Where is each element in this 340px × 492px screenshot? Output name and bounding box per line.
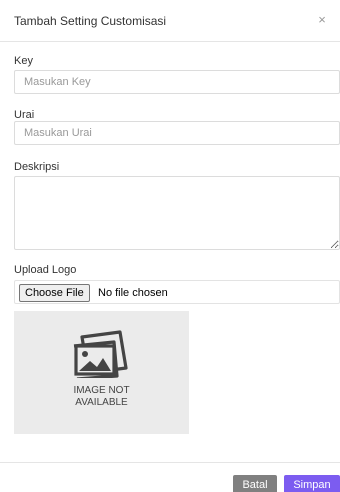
- key-label: Key: [14, 55, 33, 67]
- modal-title: Tambah Setting Customisasi: [14, 14, 167, 28]
- key-input[interactable]: [14, 70, 340, 94]
- file-input[interactable]: Choose File No file chosen: [14, 280, 340, 304]
- footer-divider: [0, 462, 340, 463]
- deskripsi-label: Deskripsi: [14, 161, 60, 173]
- logo-preview: IMAGE NOT AVAILABLE: [14, 311, 189, 434]
- close-button[interactable]: ×: [314, 12, 330, 28]
- modal-header: Tambah Setting Customisasi ×: [0, 0, 340, 42]
- cancel-button[interactable]: Batal: [233, 475, 277, 492]
- urai-input[interactable]: [14, 121, 340, 145]
- save-button[interactable]: Simpan: [284, 475, 340, 492]
- image-placeholder-icon: [73, 330, 128, 378]
- choose-file-button[interactable]: Choose File: [19, 284, 90, 302]
- deskripsi-textarea[interactable]: [14, 176, 340, 250]
- file-status-text: No file chosen: [98, 287, 168, 299]
- urai-label: Urai: [14, 109, 35, 121]
- image-not-available-text: IMAGE NOT AVAILABLE: [73, 385, 130, 408]
- upload-logo-label: Upload Logo: [14, 264, 77, 276]
